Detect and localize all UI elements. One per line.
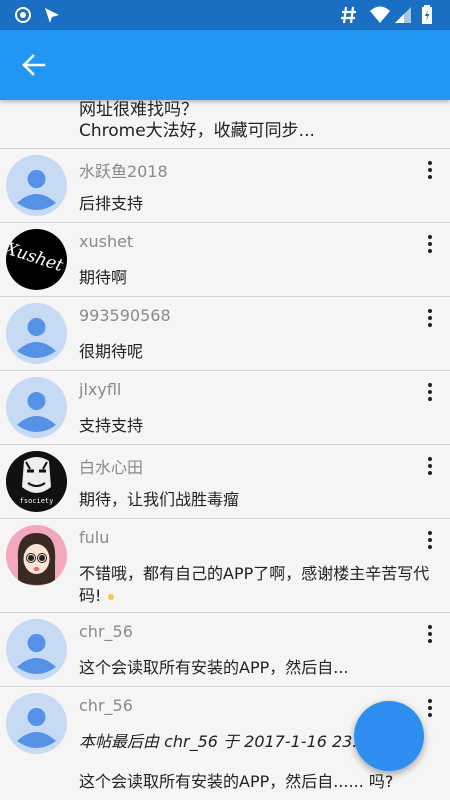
comment-author[interactable]: chr_56 — [79, 622, 133, 641]
app-bar — [0, 30, 450, 100]
default-user-icon — [6, 303, 67, 364]
comment-item[interactable]: fulu 不错哦，都有自己的APP了啊，感谢楼主辛苦写代码! — [0, 518, 450, 612]
comment-item[interactable]: jlxyfll 支持支持 — [0, 370, 450, 444]
avatar[interactable]: Xushet — [6, 229, 67, 290]
comment-item[interactable]: chr_56 这个会读取所有安装的APP，然后自... — [0, 612, 450, 686]
girl-portrait-icon — [6, 525, 67, 586]
comment-item[interactable]: 水跃鱼2018 后排支持 — [0, 148, 450, 222]
comment-text: 不错哦，都有自己的APP了啊，感谢楼主辛苦写代码! — [79, 563, 441, 607]
avatar[interactable] — [6, 303, 67, 364]
signal-icon — [395, 7, 411, 23]
more-options-button[interactable] — [420, 623, 440, 647]
default-user-icon — [6, 693, 67, 754]
avatar[interactable] — [6, 693, 67, 754]
status-bar — [0, 0, 450, 30]
comment-text: 很期待呢 — [79, 342, 144, 361]
comment-author[interactable]: xushet — [79, 232, 133, 251]
comment-text: 期待啊 — [79, 268, 128, 287]
more-options-button[interactable] — [420, 381, 440, 405]
comment-text: 这个会读取所有安装的APP，然后自... — [79, 658, 349, 677]
default-user-icon — [6, 155, 67, 216]
default-user-icon — [6, 377, 67, 438]
comment-author[interactable]: chr_56 — [79, 696, 133, 715]
comment-text: 后排支持 — [79, 194, 144, 213]
comment-author[interactable]: 白水心田 — [79, 454, 143, 478]
avatar[interactable] — [6, 525, 67, 586]
avatar-logo-text: fsociety — [19, 497, 54, 505]
comment-text: 这个会读取所有安装的APP，然后自...... 吗? — [79, 771, 441, 793]
comment-edit-note: 本帖最后由 chr_56 于 2017-1-16 23:1 — [79, 732, 368, 751]
avatar[interactable] — [6, 155, 67, 216]
previous-comment-text: 网址很难找吗？ Chrome大法好，收藏可同步... — [79, 100, 439, 142]
avatar[interactable] — [6, 619, 67, 680]
avatar[interactable] — [6, 377, 67, 438]
comment-author[interactable]: 993590568 — [79, 306, 171, 325]
more-options-button[interactable] — [420, 233, 440, 257]
more-options-button[interactable] — [420, 307, 440, 331]
more-options-button[interactable] — [420, 697, 440, 721]
floating-action-button[interactable] — [354, 701, 424, 771]
comment-item[interactable]: Xushet xushet 期待啊 — [0, 222, 450, 296]
send-icon — [45, 8, 59, 23]
comment-author[interactable]: 水跃鱼2018 — [79, 158, 168, 182]
comment-text-body: 不错哦，都有自己的APP了啊，感谢楼主辛苦写代码! — [79, 564, 430, 605]
more-options-button[interactable] — [420, 455, 440, 479]
comment-text-body: 这个会读取所有安装的APP，然后自...... 吗? — [79, 772, 394, 791]
avatar-logo-text: Xushet — [6, 238, 66, 277]
default-user-icon — [6, 619, 67, 680]
more-options-button[interactable] — [420, 159, 440, 183]
hash-icon — [341, 6, 356, 24]
more-options-button[interactable] — [420, 529, 440, 553]
comment-text: 期待，让我们战胜毒瘤 — [79, 490, 240, 509]
avatar[interactable]: fsociety — [6, 451, 67, 512]
battery-icon — [422, 5, 432, 24]
arrow-left-icon — [22, 54, 46, 76]
previous-comment-line2: Chrome大法好，收藏可同步... — [79, 121, 315, 141]
comment-text: 支持支持 — [79, 416, 144, 435]
camera-record-icon — [15, 7, 31, 23]
comment-item[interactable]: fsociety 白水心田 期待，让我们战胜毒瘤 — [0, 444, 450, 518]
wifi-icon — [370, 6, 390, 23]
comment-item[interactable]: 993590568 很期待呢 — [0, 296, 450, 370]
emoji-icon — [107, 593, 114, 600]
comment-author[interactable]: fulu — [79, 528, 109, 547]
back-button[interactable] — [18, 51, 50, 79]
comment-list[interactable]: 网址很难找吗？ Chrome大法好，收藏可同步... 水跃鱼2018 后排支持 … — [0, 100, 450, 800]
comment-author[interactable]: jlxyfll — [79, 380, 121, 399]
previous-comment-line1: 网址很难找吗？ — [79, 100, 198, 120]
